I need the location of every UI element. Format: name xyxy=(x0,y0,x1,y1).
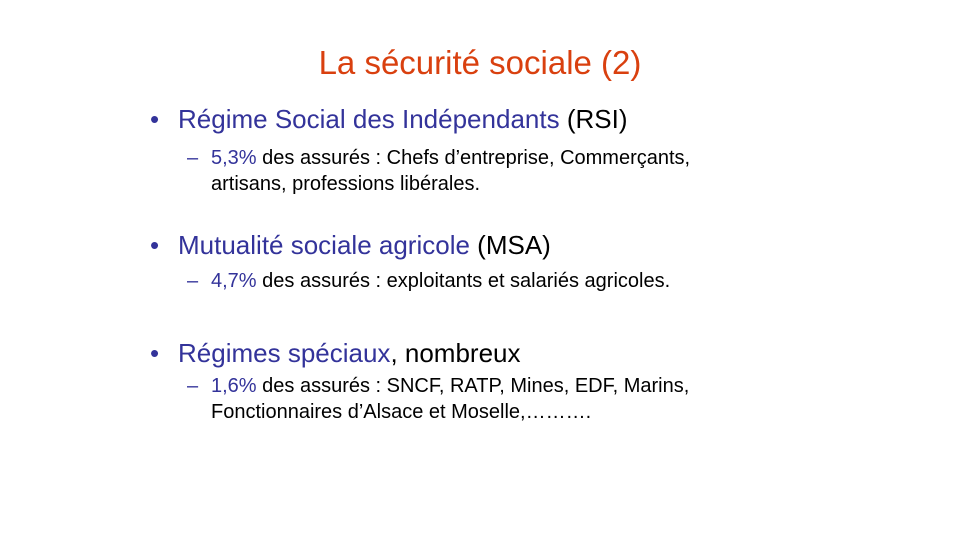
sub-line-2: artisans, professions libérales. xyxy=(211,173,481,195)
sub-highlight: 4,7% xyxy=(211,270,257,292)
bullet-rest: (RSI) xyxy=(559,104,628,134)
bullet-item-regimes-speciaux: • Régimes spéciaux, nombreux xyxy=(150,338,521,368)
sub-item-regimes-speciaux: – 1,6% des assurés : SNCF, RATP, Mines, … xyxy=(187,373,689,425)
sub-text: des assurés : exploitants et salariés ag… xyxy=(256,270,671,292)
bullet-highlight: Mutualité sociale agricole xyxy=(178,230,470,260)
slide: La sécurité sociale (2) • Régime Social d… xyxy=(0,0,960,540)
sub-highlight: 5,3% xyxy=(211,147,257,169)
bullet-marker: • xyxy=(150,230,160,260)
sub-line-1: 5,3% des assurés : Chefs d’entreprise, C… xyxy=(187,145,690,171)
slide-title: La sécurité sociale (2) xyxy=(318,44,642,81)
sub-highlight: 1,6% xyxy=(211,375,257,397)
sub-item-msa: – 4,7% des assurés : exploitants et sala… xyxy=(187,268,670,294)
bullet-highlight: Régimes spéciaux xyxy=(178,338,391,368)
bullet-marker: • xyxy=(150,104,160,134)
bullet-item-msa: • Mutualité sociale agricole (MSA) xyxy=(150,230,551,260)
bullet-marker: • xyxy=(150,338,160,368)
dash-marker: – xyxy=(187,147,199,169)
sub-item-rsi: – 5,3% des assurés : Chefs d’entreprise,… xyxy=(187,145,690,197)
sub-text: des assurés : SNCF, RATP, Mines, EDF, Ma… xyxy=(256,375,690,397)
sub-line-2: Fonctionnaires d’Alsace et Moselle,………. xyxy=(211,401,592,423)
sub-line-1: 1,6% des assurés : SNCF, RATP, Mines, ED… xyxy=(187,373,689,399)
bullet-rest: , nombreux xyxy=(390,338,521,368)
dash-marker: – xyxy=(187,270,199,292)
sub-line-1: 4,7% des assurés : exploitants et salari… xyxy=(187,268,670,294)
bullet-highlight: Régime Social des Indépendants xyxy=(178,104,560,134)
bullet-item-rsi: • Régime Social des Indépendants (RSI) xyxy=(150,104,627,134)
dash-marker: – xyxy=(187,375,199,397)
bullet-rest: (MSA) xyxy=(469,230,551,260)
sub-text: des assurés : Chefs d’entreprise, Commer… xyxy=(256,147,691,169)
